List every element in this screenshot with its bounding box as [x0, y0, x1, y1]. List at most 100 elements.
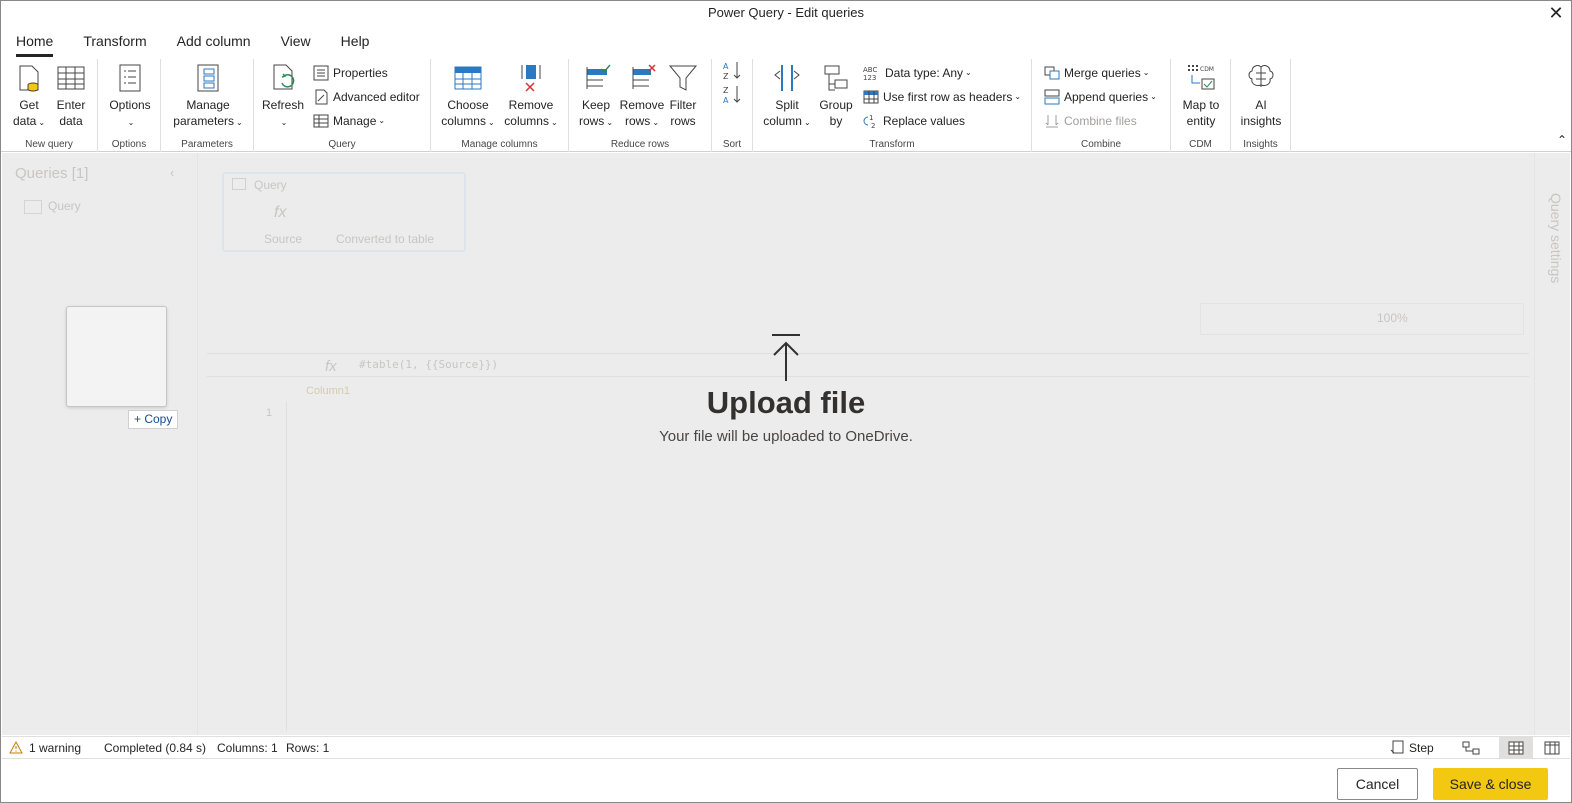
svg-text:A: A — [723, 62, 729, 71]
diagram-title: Query — [254, 178, 287, 192]
group-label-query: Query — [328, 139, 356, 150]
parameters-icon — [197, 64, 219, 92]
completed-status: Completed (0.84 s) — [104, 741, 207, 755]
group-options: Options ⌄ Options — [98, 59, 161, 152]
diagram-view-icon[interactable] — [1460, 737, 1494, 758]
title-bar: Power Query - Edit queries ✕ — [1, 1, 1571, 27]
group-cdm: CDM Map to entity CDM — [1171, 59, 1231, 152]
formula-fx-icon: fx — [325, 358, 337, 375]
tab-transform[interactable]: Transform — [68, 29, 161, 57]
queries-title: Queries [1] — [15, 165, 89, 182]
save-and-close-button[interactable]: Save & close — [1433, 768, 1548, 800]
keep-rows-icon — [586, 64, 611, 89]
first-row-headers-icon — [863, 90, 879, 104]
get-data-button[interactable]: Get data ⌄ — [7, 63, 51, 131]
svg-text:Z: Z — [723, 86, 729, 95]
replace-values-label: Replace values — [883, 114, 966, 128]
diagram-query-card: Query fx Source Converted to table — [222, 172, 466, 252]
group-query: Refresh ⌄ Properties Advanced editor Mana… — [254, 59, 431, 152]
options-button[interactable]: Options ⌄ — [106, 63, 154, 131]
data-type-button[interactable]: ABC 123 Data type: Any ⌄ — [863, 63, 972, 83]
manage-table-icon — [313, 114, 329, 128]
remove-columns-label: Remove columns — [504, 98, 554, 128]
table-view-icon[interactable] — [1499, 737, 1533, 758]
enter-data-button[interactable]: Enter data — [51, 63, 91, 129]
columns-count: Columns: 1 — [217, 741, 278, 755]
advanced-editor-button[interactable]: Advanced editor — [313, 87, 420, 107]
use-first-row-button[interactable]: Use first row as headers ⌄ — [863, 87, 1021, 107]
step-source: Source — [264, 232, 303, 246]
get-data-icon — [19, 65, 39, 92]
filter-rows-button[interactable]: Filter rows — [665, 63, 701, 129]
step-icon[interactable] — [1390, 737, 1406, 759]
append-queries-icon — [1044, 89, 1060, 105]
tab-view[interactable]: View — [266, 29, 326, 57]
sort-descending-button[interactable]: ZA — [722, 85, 746, 105]
warning-count[interactable]: 1 warning — [29, 737, 81, 759]
combine-files-button: Combine files — [1044, 111, 1137, 131]
dialog-footer: Cancel Save & close — [2, 758, 1570, 803]
collapse-ribbon-icon[interactable]: ⌃ — [1557, 133, 1567, 147]
split-column-icon — [774, 65, 800, 91]
filter-icon — [668, 65, 698, 91]
tab-help[interactable]: Help — [326, 29, 385, 57]
append-queries-button[interactable]: Append queries ⌄ — [1044, 87, 1157, 107]
advanced-editor-icon — [315, 89, 328, 105]
group-label-insights: Insights — [1243, 139, 1278, 150]
group-label-combine: Combine — [1080, 139, 1122, 150]
schema-view-icon[interactable] — [1535, 737, 1569, 758]
manage-button[interactable]: Manage ⌄ — [313, 111, 385, 131]
warning-icon[interactable] — [9, 737, 23, 759]
group-by-button[interactable]: Group by — [815, 63, 857, 129]
formula-text: #table(1, {{Source}}) — [359, 358, 499, 371]
collapse-queries-icon: ‹ — [170, 165, 175, 180]
properties-button[interactable]: Properties — [313, 63, 388, 83]
query-settings-label: Query settings — [1548, 193, 1564, 284]
svg-text:2: 2 — [871, 122, 875, 129]
group-parameters: Manage parameters ⌄ Parameters — [161, 59, 254, 152]
remove-columns-button[interactable]: Remove columns ⌄ — [499, 63, 563, 131]
keep-rows-button[interactable]: Keep rows ⌄ — [573, 63, 619, 131]
group-by-icon — [824, 65, 848, 91]
query-table-icon — [24, 200, 42, 214]
upload-overlay[interactable]: Queries [1] ‹ Query Query fx Source Conv… — [2, 153, 1570, 735]
group-label-transform: Transform — [869, 139, 915, 150]
svg-text:ABC: ABC — [863, 66, 877, 74]
step-label[interactable]: Step — [1409, 737, 1434, 759]
filter-rows-label: Filter rows — [669, 98, 697, 128]
brain-icon — [1248, 65, 1274, 87]
sort-ascending-button[interactable]: AZ — [722, 61, 746, 81]
zoom-level: 100% — [1377, 311, 1408, 325]
close-icon[interactable]: ✕ — [1545, 1, 1567, 25]
replace-values-button[interactable]: 12 Replace values — [863, 111, 965, 131]
choose-columns-button[interactable]: Choose columns ⌄ — [437, 63, 499, 131]
sort-descending-icon: ZA — [723, 86, 741, 105]
data-type-label: Data type: Any — [885, 66, 964, 80]
diagram-zoom-toolbar: 100% — [1200, 303, 1524, 335]
group-insights: AI insights Insights — [1231, 59, 1291, 152]
group-by-label: Group by — [819, 98, 853, 128]
tab-home[interactable]: Home — [1, 29, 68, 57]
upload-title: Upload file — [706, 385, 866, 420]
map-to-entity-icon: CDM — [1188, 65, 1215, 90]
merge-queries-button[interactable]: Merge queries ⌄ — [1044, 63, 1149, 83]
properties-label: Properties — [333, 66, 388, 80]
combine-files-icon — [1045, 115, 1059, 128]
ai-insights-button[interactable]: AI insights — [1237, 63, 1285, 129]
refresh-icon — [273, 64, 295, 90]
manage-parameters-button[interactable]: Manage parameters ⌄ — [169, 63, 247, 131]
split-column-label: Split column — [763, 98, 802, 128]
map-to-entity-button[interactable]: CDM Map to entity — [1177, 63, 1225, 129]
tab-add-column[interactable]: Add column — [162, 29, 266, 57]
group-label-sort: Sort — [722, 139, 742, 150]
svg-text:A: A — [723, 96, 729, 105]
power-query-window: Power Query - Edit queries ✕ Home Transf… — [0, 0, 1572, 803]
group-combine: Merge queries ⌄ Append queries ⌄ Combine f… — [1032, 59, 1171, 152]
split-column-button[interactable]: Split column ⌄ — [761, 63, 813, 131]
options-label: Options — [109, 98, 151, 112]
append-queries-label: Append queries — [1064, 90, 1149, 104]
cancel-button[interactable]: Cancel — [1337, 768, 1418, 800]
svg-text:123: 123 — [863, 74, 876, 81]
remove-rows-button[interactable]: Remove rows ⌄ — [619, 63, 665, 131]
refresh-button[interactable]: Refresh ⌄ — [260, 63, 306, 131]
